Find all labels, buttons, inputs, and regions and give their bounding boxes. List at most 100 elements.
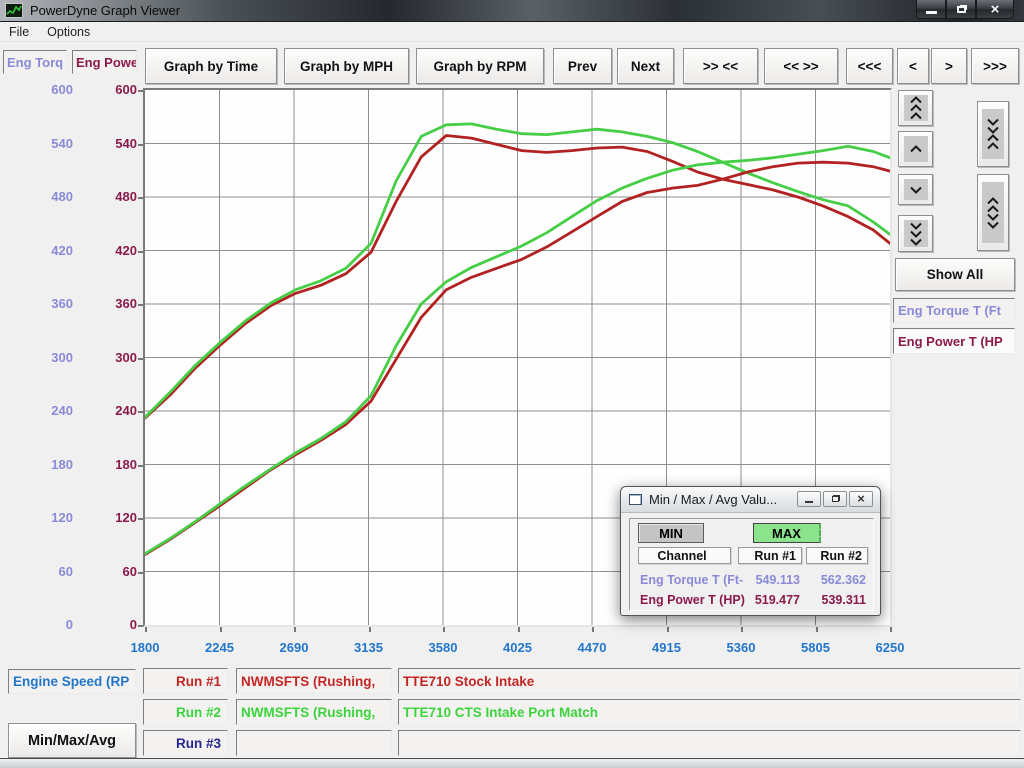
run-title-1: TTE710 Stock Intake	[398, 668, 1021, 694]
minmax-row-run1-value: 549.113	[738, 573, 800, 587]
minmax-header-channel: Channel	[638, 547, 731, 564]
y-tick-mark	[138, 625, 143, 627]
minmax-header-run-1: Run #1	[738, 547, 802, 564]
zoom-in-vertical-button-plate	[982, 109, 1004, 159]
minmax-values-window: Min / Max / Avg Valu... × MIN MAX Channe…	[620, 486, 881, 616]
minmax-window-title: Min / Max / Avg Valu...	[649, 492, 777, 507]
channel-button-eng-power[interactable]: Eng Powe	[72, 50, 137, 74]
x-tick-2245: 2245	[185, 640, 255, 656]
x-tick-2690: 2690	[259, 640, 329, 656]
show-all-button[interactable]: Show All	[895, 258, 1015, 291]
y-tick-mark	[138, 144, 143, 146]
scroll-bottom-button-plate	[904, 220, 928, 247]
x-tick-mark	[816, 627, 818, 632]
toolbar-button-nav-8[interactable]: <	[897, 48, 929, 84]
y-tick-power-300: 300	[80, 349, 137, 367]
y-tick-torque-120: 120	[0, 509, 73, 527]
menu-item-file[interactable]: File	[0, 23, 38, 41]
chevron-down-down-down-icon	[907, 221, 925, 247]
y-tick-power-180: 180	[80, 456, 137, 474]
y-tick-torque-480: 480	[0, 188, 73, 206]
run-label-2: Run #2	[143, 699, 228, 725]
minmax-panel: MIN MAX ChannelRun #1Run #2 Eng Torque T…	[629, 518, 874, 611]
x-tick-4915: 4915	[632, 640, 702, 656]
scroll-bottom-button[interactable]	[898, 215, 933, 252]
min-button[interactable]: MIN	[638, 523, 704, 543]
minimize-button[interactable]	[916, 0, 946, 19]
y-tick-mark	[138, 90, 143, 92]
legend-eng-torque-label: Eng Torque T (Ft	[893, 298, 1015, 323]
title-bar[interactable]: PowerDyne Graph Viewer ×	[0, 0, 1024, 22]
scroll-top-button-plate	[904, 95, 928, 121]
restore-button[interactable]	[946, 0, 976, 19]
run-operator-1: NWMSFTS (Rushing,	[236, 668, 392, 694]
chevron-down-down-up-up-icon	[984, 117, 1002, 151]
y-tick-mark	[138, 197, 143, 199]
y-tick-mark	[138, 572, 143, 574]
x-tick-3580: 3580	[408, 640, 478, 656]
y-tick-torque-540: 540	[0, 135, 73, 153]
toolbar-button-nav-9[interactable]: >	[931, 48, 967, 84]
scroll-down-button-plate	[904, 179, 928, 200]
minimize-icon	[805, 501, 813, 503]
y-tick-torque-60: 60	[0, 563, 73, 581]
scroll-up-button[interactable]	[898, 131, 933, 167]
y-tick-mark	[138, 304, 143, 306]
minmax-avg-button[interactable]: Min/Max/Avg	[8, 723, 136, 758]
x-tick-mark	[741, 627, 743, 632]
chevron-up-up-up-icon	[907, 95, 925, 121]
x-tick-5360: 5360	[706, 640, 776, 656]
toolbar-button-graph-by-time[interactable]: Graph by Time	[145, 48, 277, 84]
scroll-top-button[interactable]	[898, 90, 933, 126]
close-button[interactable]: ×	[976, 0, 1014, 19]
scroll-up-button-plate	[904, 136, 928, 162]
y-tick-power-120: 120	[80, 509, 137, 527]
toolbar-button-graph-by-rpm[interactable]: Graph by RPM	[416, 48, 544, 84]
caption-buttons: ×	[916, 0, 1014, 19]
close-icon: ×	[857, 493, 865, 505]
toolbar-button-nav-7[interactable]: <<<	[846, 48, 893, 84]
toolbar-button-next[interactable]: Next	[617, 48, 674, 84]
zoom-in-vertical-button[interactable]	[977, 101, 1009, 167]
menu-item-options[interactable]: Options	[38, 23, 99, 41]
y-tick-power-480: 480	[80, 188, 137, 206]
toolbar-button-prev[interactable]: Prev	[553, 48, 612, 84]
max-button[interactable]: MAX	[753, 523, 821, 543]
run-label-3: Run #3	[143, 730, 228, 756]
restore-icon	[957, 6, 966, 13]
y-tick-power-600: 600	[80, 81, 137, 99]
zoom-out-vertical-button[interactable]	[977, 174, 1009, 251]
minmax-title-bar[interactable]: Min / Max / Avg Valu... ×	[621, 487, 880, 513]
toolbar-button-nav-5[interactable]: >> <<	[683, 48, 758, 84]
minimize-icon	[926, 11, 937, 14]
x-tick-3135: 3135	[334, 640, 404, 656]
y-tick-torque-180: 180	[0, 456, 73, 474]
y-tick-mark	[138, 465, 143, 467]
y-tick-mark	[138, 358, 143, 360]
minmax-close-button[interactable]: ×	[849, 491, 873, 507]
zoom-out-vertical-button-plate	[982, 182, 1004, 243]
minmax-window-icon	[629, 494, 642, 505]
minmax-row-run1-value: 519.477	[738, 593, 800, 607]
x-tick-mark	[294, 627, 296, 632]
y-tick-mark	[138, 411, 143, 413]
toolbar-button-nav-10[interactable]: >>>	[971, 48, 1019, 84]
toolbar-button-nav-6[interactable]: << >>	[764, 48, 838, 84]
minmax-minimize-button[interactable]	[797, 491, 821, 507]
window-title: PowerDyne Graph Viewer	[30, 3, 180, 18]
y-tick-torque-240: 240	[0, 402, 73, 420]
scroll-down-button[interactable]	[898, 174, 933, 205]
menu-bar: FileOptions	[0, 23, 1024, 42]
y-tick-power-0: 0	[80, 616, 137, 634]
run-operator-2: NWMSFTS (Rushing,	[236, 699, 392, 725]
run-title-2: TTE710 CTS Intake Port Match	[398, 699, 1021, 725]
window-bottom-edge	[0, 758, 1024, 768]
y-tick-torque-420: 420	[0, 242, 73, 260]
channel-button-eng-torque[interactable]: Eng Torq	[3, 50, 67, 74]
y-tick-power-540: 540	[80, 135, 137, 153]
toolbar-button-graph-by-mph[interactable]: Graph by MPH	[284, 48, 409, 84]
minmax-header-run-2: Run #2	[806, 547, 868, 564]
minmax-restore-button[interactable]	[823, 491, 847, 507]
restore-icon	[832, 496, 839, 502]
x-axis-channel-label: Engine Speed (RP	[8, 669, 136, 694]
